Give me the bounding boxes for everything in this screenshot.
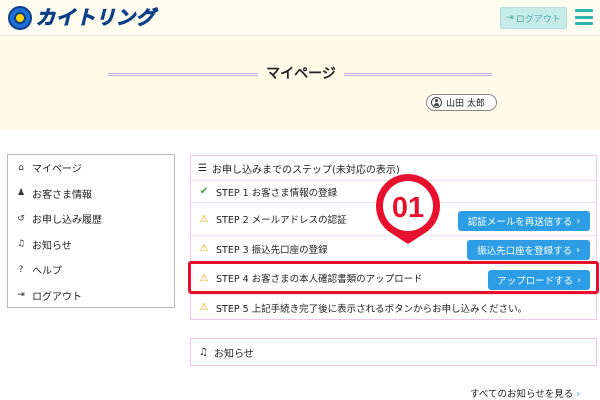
step-label: STEP 1 お客さま情報の登録 [216,187,338,199]
step-marker-pin: 01 [375,173,441,244]
list-icon: ☰ [198,162,207,174]
sidebar-item-help[interactable]: ? ヘルプ [8,257,174,283]
step-row-5: ⚠ STEP 5 上記手続き完了後に表示されるボタンからお申し込みください。 [191,295,596,320]
logo-text: カイトリング [35,7,157,30]
sidebar-item-mypage[interactable]: ⌂ マイページ [8,155,174,181]
eye-logo-icon [8,6,32,30]
notices-heading: お知らせ [213,348,254,360]
sidebar-item-label: マイページ [32,164,82,176]
user-icon: ♟ [16,188,26,199]
title-divider-left [108,73,258,76]
header-logout-label: ログアウト [515,14,561,25]
step-label: STEP 2 メールアドレスの認証 [216,215,347,226]
sidebar-item-label: ログアウト [32,291,82,303]
sidebar-item-label: お申し込み履歴 [32,215,102,227]
title-divider-right [344,73,492,76]
hamburger-icon[interactable] [575,9,593,25]
history-icon: ↺ [17,213,25,224]
logout-icon: ⇥ [17,290,25,301]
see-all-notices-link[interactable]: すべてのお知らせを見る › [470,386,580,400]
user-circle-icon [431,97,442,108]
warning-icon: ⚠ [199,243,209,254]
sidebar-item-customer-info[interactable]: ♟ お客さま情報 [8,181,174,207]
header-logout-button[interactable]: ⇥ ログアウト [500,7,567,29]
user-chip[interactable]: 山田 太郎 [426,94,497,111]
sidebar-item-history[interactable]: ↺ お申し込み履歴 [8,206,174,232]
chevron-right-icon: › [576,215,581,227]
site-logo[interactable]: カイトリング [8,5,156,31]
bell-icon: ♫ [16,239,26,250]
logout-icon: ⇥ [506,13,514,23]
title-band [0,37,600,130]
sidebar-menu: ⌂ マイページ ♟ お客さま情報 ↺ お申し込み履歴 ♫ お知らせ ? ヘルプ … [7,154,175,308]
step4-highlight-frame [188,261,599,294]
button-label: 認証メールを再送信する [467,217,573,228]
sidebar-item-label: お知らせ [32,240,72,252]
resend-auth-email-button[interactable]: 認証メールを再送信する › [458,211,590,231]
see-all-notices-label: すべてのお知らせを見る [470,389,574,400]
help-icon: ? [18,264,24,275]
warning-icon: ⚠ [199,213,209,225]
step-label: STEP 3 振込先口座の登録 [216,244,328,256]
site-header: カイトリング ⇥ ログアウト [0,0,600,36]
sidebar-item-label: お客さま情報 [32,189,92,201]
bell-icon: ♫ [199,346,208,358]
notices-bar: ♫ お知らせ [190,338,597,366]
chevron-right-icon: › [576,389,581,400]
user-name: 山田 太郎 [446,99,485,109]
button-label: 振込先口座を登録する [477,246,573,257]
home-icon: ⌂ [18,162,24,173]
register-bank-account-button[interactable]: 振込先口座を登録する › [467,240,590,260]
sidebar-item-logout[interactable]: ⇥ ログアウト [8,283,174,309]
chevron-right-icon: › [576,244,580,256]
marker-number: 01 [392,192,424,224]
sidebar-item-label: ヘルプ [32,266,62,278]
page-title: マイページ [266,66,336,82]
warning-icon: ⚠ [199,302,209,313]
check-icon: ✔ [199,186,209,197]
steps-panel-heading: お申し込みまでのステップ(未対応の表示) [211,164,400,176]
step-label: STEP 5 上記手続き完了後に表示されるボタンからお申し込みください。 [216,303,528,315]
sidebar-item-notices[interactable]: ♫ お知らせ [8,232,174,258]
